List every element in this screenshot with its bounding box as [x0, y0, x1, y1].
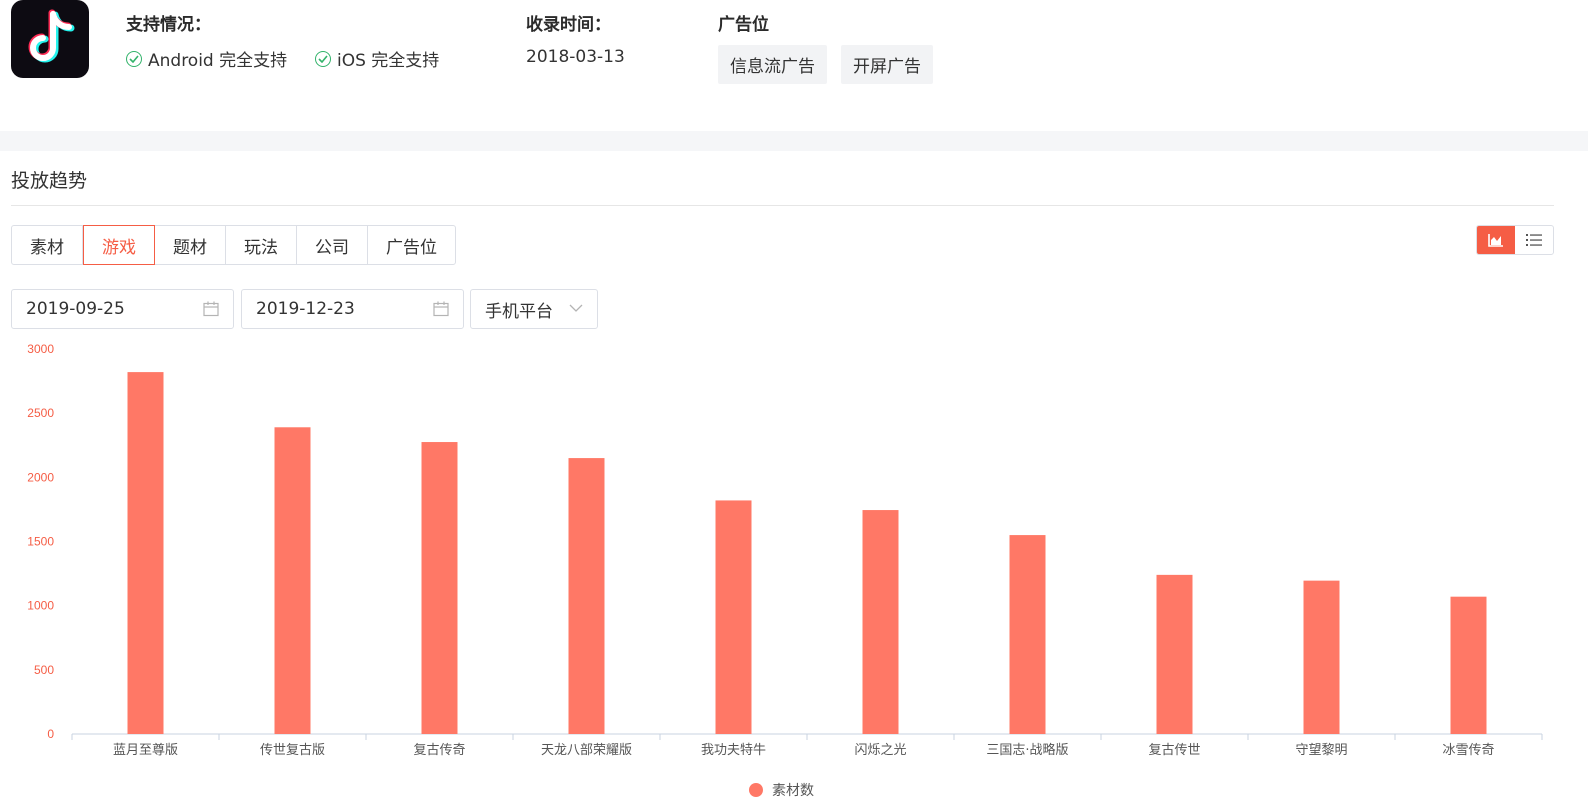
- check-circle-icon: [315, 50, 331, 67]
- x-tick-label: 天龙八部荣耀版: [541, 743, 632, 758]
- list-view-button[interactable]: [1515, 226, 1553, 254]
- tab-company[interactable]: 公司: [297, 226, 368, 264]
- support-ios: iOS 完全支持: [315, 46, 439, 71]
- bar: [421, 442, 458, 734]
- section-title: 投放趋势: [11, 170, 88, 192]
- bar: [715, 500, 752, 734]
- list-icon: [1526, 234, 1542, 246]
- app-logo-icon: [11, 0, 89, 78]
- record-label: 收录时间：: [526, 15, 611, 35]
- calendar-icon: [433, 301, 449, 317]
- y-tick-label: 1000: [27, 599, 54, 613]
- chart-view-button[interactable]: [1477, 226, 1515, 254]
- tab-ad-position[interactable]: 广告位: [368, 226, 455, 264]
- platform-select-value: 手机平台: [485, 301, 553, 322]
- support-android: Android 完全支持: [126, 46, 287, 71]
- section-divider-band: [0, 131, 1588, 151]
- x-tick-label: 冰雪传奇: [1442, 742, 1494, 758]
- ad-tag-splash: 开屏广告: [841, 45, 933, 84]
- end-date-input[interactable]: 2019-12-23: [241, 289, 464, 329]
- category-tabs: 素材 游戏 题材 玩法 公司 广告位: [11, 225, 456, 265]
- start-date-value: 2019-09-25: [26, 299, 125, 319]
- section-divider: [11, 205, 1554, 206]
- record-date: 2018-03-13: [526, 47, 625, 67]
- bar-chart: 0 500 1000 1500 2000 2500 3000 蓝月至尊版 传世复古版 复古传奇 天龙…: [27, 342, 1543, 799]
- y-tick-label: 2000: [27, 470, 54, 484]
- y-tick-label: 500: [34, 663, 54, 677]
- y-tick-label: 0: [47, 727, 54, 741]
- tab-gameplay[interactable]: 玩法: [226, 226, 297, 264]
- chevron-down-icon: [569, 304, 583, 312]
- x-tick-label: 蓝月至尊版: [113, 742, 178, 758]
- calendar-icon: [203, 301, 219, 317]
- bar: [1156, 574, 1193, 734]
- tab-game[interactable]: 游戏: [83, 225, 155, 265]
- support-android-label: Android 完全支持: [148, 51, 288, 71]
- x-tick-label: 复古传世: [1148, 743, 1200, 758]
- support-ios-label: iOS 完全支持: [337, 51, 440, 71]
- bar: [1009, 535, 1046, 734]
- end-date-value: 2019-12-23: [256, 299, 355, 319]
- area-chart-icon: [1488, 234, 1503, 247]
- bar: [1450, 596, 1487, 734]
- y-tick-label: 1500: [27, 535, 54, 549]
- bar: [568, 458, 605, 734]
- x-tick-label: 闪烁之光: [854, 743, 906, 758]
- x-tick-label: 复古传奇: [413, 742, 465, 758]
- bar: [1303, 580, 1340, 734]
- start-date-input[interactable]: 2019-09-25: [11, 289, 234, 329]
- legend-marker: [749, 783, 763, 797]
- x-tick-label: 守望黎明: [1295, 742, 1347, 758]
- x-tick-label: 我功夫特牛: [701, 743, 766, 758]
- y-tick-label: 2500: [27, 406, 54, 420]
- view-toggle: [1476, 225, 1554, 255]
- bar: [127, 372, 164, 734]
- tab-theme[interactable]: 题材: [155, 226, 226, 264]
- ad-position-label: 广告位: [718, 15, 769, 35]
- check-circle-icon: [126, 50, 142, 67]
- ad-tag-feed: 信息流广告: [718, 45, 827, 84]
- bar: [862, 510, 899, 734]
- bar: [274, 427, 311, 734]
- x-tick-label: 三国志·战略版: [986, 742, 1068, 758]
- x-tick-label: 传世复古版: [260, 743, 325, 758]
- support-label: 支持情况：: [126, 15, 211, 35]
- legend-label: 素材数: [772, 783, 814, 799]
- y-tick-label: 3000: [27, 342, 54, 356]
- tab-material[interactable]: 素材: [12, 226, 83, 264]
- platform-select[interactable]: 手机平台: [470, 289, 598, 329]
